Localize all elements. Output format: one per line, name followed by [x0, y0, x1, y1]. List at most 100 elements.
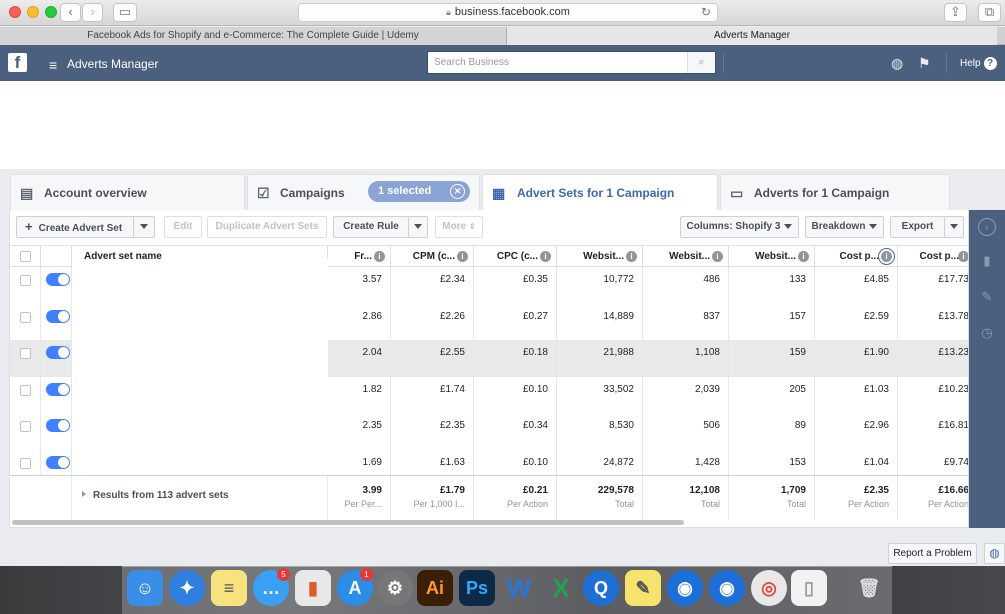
- zoom-window-button[interactable]: [45, 6, 57, 18]
- chevron-down-icon: [784, 223, 793, 229]
- create-label: Create Advert Set: [38, 223, 123, 234]
- column-header-website-3[interactable]: Websit... i: [729, 246, 815, 267]
- close-window-button[interactable]: [9, 6, 21, 18]
- column-header-cost-1[interactable]: Cost p... i: [815, 246, 898, 267]
- column-header-cost-2[interactable]: Cost p... i: [898, 246, 968, 267]
- help-button[interactable]: Help?: [960, 57, 997, 70]
- info-icon[interactable]: i: [626, 251, 637, 262]
- system-preferences-icon[interactable]: ⚙: [377, 570, 413, 606]
- header-label: Cost p...: [839, 251, 879, 262]
- create-rule-button[interactable]: Create Rule: [333, 216, 409, 238]
- footer-sub: Total: [700, 499, 720, 509]
- search-input[interactable]: [428, 52, 683, 73]
- chart-icon[interactable]: ▮: [978, 252, 996, 270]
- menu-icon[interactable]: ≡: [49, 57, 57, 73]
- column-header-cpm[interactable]: CPM (c... i: [391, 246, 474, 267]
- columns-label: Columns: Shopify 3: [686, 221, 781, 232]
- excel-icon[interactable]: X: [543, 570, 579, 606]
- facebook-logo-icon[interactable]: f: [8, 53, 27, 72]
- share-icon[interactable]: ⇪: [944, 3, 967, 22]
- globe-icon[interactable]: ◍: [891, 55, 903, 72]
- tab-overview-icon[interactable]: ⧉: [978, 3, 1001, 22]
- cell: £13.23: [898, 340, 968, 377]
- export-dropdown-button[interactable]: [944, 216, 964, 238]
- photoshop-icon[interactable]: Ps: [459, 570, 495, 606]
- reload-icon[interactable]: ↻: [701, 4, 711, 21]
- trash-icon[interactable]: 🗑︎: [851, 570, 887, 606]
- status-toggle[interactable]: [46, 309, 70, 323]
- info-icon[interactable]: i: [712, 251, 723, 262]
- header-label: Websit...: [583, 251, 624, 262]
- pencil-icon[interactable]: ✎: [978, 288, 996, 306]
- chevron-down-icon: [869, 223, 878, 229]
- header-label: Fr...: [354, 251, 372, 262]
- row-checkbox[interactable]: [20, 348, 31, 360]
- select-all-checkbox[interactable]: [20, 251, 31, 262]
- notes-icon[interactable]: ≡: [211, 570, 247, 606]
- row-checkbox[interactable]: [20, 421, 31, 433]
- info-icon[interactable]: i: [798, 251, 809, 262]
- selected-pill[interactable]: 1 selected ✕: [368, 181, 470, 202]
- browser-tab-udemy[interactable]: Facebook Ads for Shopify and e-Commerce:…: [0, 27, 507, 45]
- firefox-icon[interactable]: ◉: [667, 570, 703, 606]
- column-header-website-1[interactable]: Websit... i: [557, 246, 643, 267]
- back-icon[interactable]: ‹: [60, 3, 81, 22]
- column-header-cpc[interactable]: CPC (c... i: [474, 246, 557, 267]
- row-checkbox[interactable]: [20, 275, 31, 286]
- tab-account-overview[interactable]: ▤ Account overview: [10, 174, 245, 211]
- tab-advert-sets[interactable]: ▦ Advert Sets for 1 Campaign: [482, 174, 718, 212]
- create-dropdown-button[interactable]: [133, 216, 155, 238]
- flag-icon[interactable]: ⚑: [918, 55, 931, 72]
- info-icon[interactable]: i: [457, 251, 468, 262]
- more-button[interactable]: More ⇕: [435, 216, 483, 238]
- breakdown-button[interactable]: Breakdown: [805, 216, 884, 238]
- status-toggle[interactable]: [46, 419, 70, 433]
- columns-button[interactable]: Columns: Shopify 3: [680, 216, 799, 238]
- sidebar-toggle-icon[interactable]: ▭: [113, 3, 137, 22]
- edit-button[interactable]: Edit: [164, 216, 202, 238]
- column-header-website-2[interactable]: Websit... i: [643, 246, 729, 267]
- finder-icon[interactable]: ☺: [127, 570, 163, 606]
- rule-dropdown-button[interactable]: [408, 216, 428, 238]
- chrome-icon[interactable]: ◎: [751, 570, 787, 606]
- firefox-icon[interactable]: ◉: [709, 570, 745, 606]
- info-icon[interactable]: i: [958, 251, 968, 262]
- status-toggle[interactable]: [46, 346, 70, 360]
- duplicate-button[interactable]: Duplicate Advert Sets: [207, 216, 327, 238]
- tab-adverts[interactable]: ▭ Adverts for 1 Campaign: [720, 174, 950, 211]
- collapse-icon[interactable]: ‹: [978, 218, 996, 236]
- search-icon[interactable]: ⌕: [687, 52, 715, 73]
- row-checkbox[interactable]: [20, 458, 31, 469]
- word-icon[interactable]: W: [501, 570, 537, 606]
- globe-icon[interactable]: ◍: [984, 543, 1005, 564]
- info-icon[interactable]: i: [881, 251, 892, 262]
- safari-icon[interactable]: ✦: [169, 570, 205, 606]
- row-checkbox[interactable]: [20, 311, 31, 323]
- column-header-frequency[interactable]: Fr... i: [328, 246, 391, 267]
- row-checkbox[interactable]: [20, 384, 31, 396]
- info-icon[interactable]: i: [374, 251, 385, 262]
- export-button[interactable]: Export: [890, 216, 945, 238]
- quicktime-icon[interactable]: Q: [583, 570, 619, 606]
- info-icon[interactable]: i: [540, 251, 551, 262]
- numbers-icon[interactable]: ▮: [295, 570, 331, 606]
- status-toggle[interactable]: [46, 273, 70, 286]
- browser-tab-adverts-manager[interactable]: Adverts Manager: [507, 27, 997, 45]
- status-toggle[interactable]: [46, 456, 70, 469]
- cell: 8,530: [557, 413, 643, 450]
- clock-icon[interactable]: ◷: [978, 324, 996, 342]
- status-toggle[interactable]: [46, 382, 70, 396]
- stickies-icon[interactable]: ✎: [625, 570, 661, 606]
- report-problem-button[interactable]: Report a Problem: [888, 543, 977, 564]
- notification-badge: 1: [360, 568, 373, 581]
- clear-selection-icon[interactable]: ✕: [450, 184, 465, 199]
- minimize-window-button[interactable]: [27, 6, 39, 18]
- forward-icon[interactable]: ›: [82, 3, 103, 22]
- horizontal-scrollbar[interactable]: [12, 520, 684, 525]
- app-title[interactable]: Adverts Manager: [67, 57, 158, 71]
- results-summary[interactable]: Results from 113 advert sets: [82, 490, 229, 501]
- illustrator-icon[interactable]: Ai: [417, 570, 453, 606]
- document-icon[interactable]: ▯: [791, 570, 827, 606]
- address-bar[interactable]: 🔒︎ business.facebook.com ↻: [298, 3, 718, 22]
- create-advert-set-button[interactable]: + Create Advert Set: [16, 216, 134, 238]
